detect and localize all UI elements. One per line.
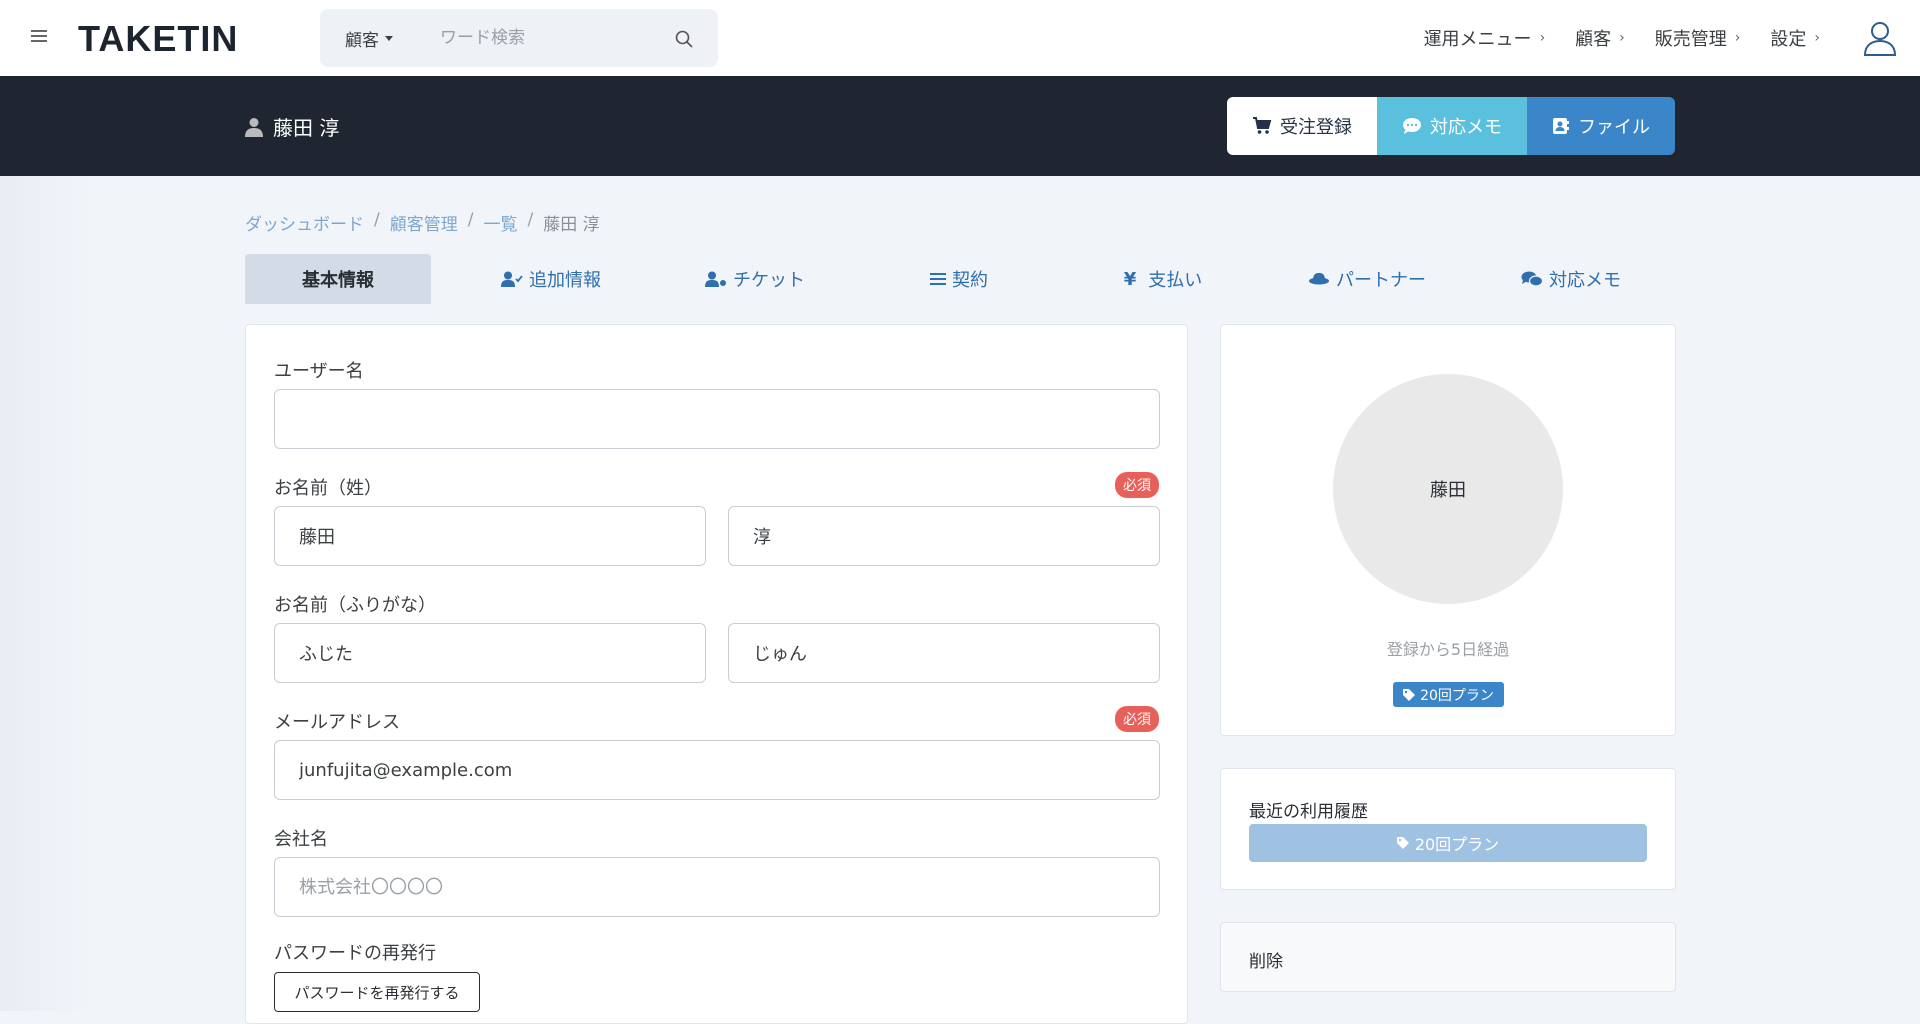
delete-label: 削除 (1249, 952, 1283, 972)
breadcrumb-dashboard[interactable]: ダッシュボード (245, 210, 364, 235)
tab-additional-info[interactable]: 追加情報 (449, 254, 653, 304)
search-icon[interactable] (674, 29, 694, 49)
person-icon (245, 117, 263, 137)
user-check-icon (501, 271, 523, 287)
chat-bubble-icon (1403, 118, 1421, 134)
search-category-select[interactable]: 顧客 (345, 26, 393, 51)
username-label: ユーザー名 (274, 361, 364, 382)
chevron-right-icon: › (1814, 30, 1820, 46)
tab-ticket-label: チケット (733, 270, 805, 291)
breadcrumb-customer-management[interactable]: 顧客管理 (390, 210, 458, 235)
nav-operations-label: 運用メニュー (1423, 29, 1532, 50)
registration-elapsed: 登録から5日経過 (1386, 640, 1510, 659)
recent-usage-item[interactable]: 20回プラン (1249, 824, 1647, 862)
plan-badge-label: 20回プラン (1420, 687, 1494, 704)
customer-name: 藤田 淳 (273, 116, 340, 140)
company-input[interactable] (274, 857, 1160, 917)
tag-icon (1403, 688, 1416, 701)
nav-operations[interactable]: 運用メニュー › (1424, 25, 1546, 51)
kana-label: お名前（ふりがな） (274, 595, 436, 616)
first-name-input[interactable] (728, 506, 1160, 566)
nav-customers-label: 顧客 (1575, 29, 1612, 50)
chevron-right-icon: › (1734, 30, 1741, 46)
list-icon (930, 273, 946, 285)
plan-badge: 20回プラン (1393, 682, 1504, 707)
user-account-icon[interactable] (1860, 18, 1900, 58)
email-label: メールアドレス (274, 712, 400, 733)
file-button[interactable]: ファイル (1527, 97, 1675, 155)
nav-settings-label: 設定 (1770, 29, 1807, 50)
tag-icon (1396, 837, 1409, 849)
avatar-text: 藤田 (1430, 480, 1466, 501)
nav-settings[interactable]: 設定 › (1770, 25, 1820, 51)
contact-card-icon (1553, 118, 1569, 134)
company-label: 会社名 (274, 829, 328, 850)
memo-button[interactable]: 対応メモ (1377, 97, 1527, 155)
tab-memo-label: 対応メモ (1549, 270, 1621, 291)
tab-payment-label: 支払い (1148, 270, 1203, 291)
main-nav: 運用メニュー › 顧客 › 販売管理 › 設定 › (1424, 0, 1900, 76)
breadcrumb: ダッシュボード / 顧客管理 / 一覧 / 藤田 淳 (245, 210, 600, 235)
search-box: 顧客 (320, 9, 718, 67)
search-category-label: 顧客 (345, 30, 379, 51)
memo-label: 対応メモ (1430, 117, 1502, 138)
tab-basic-info-label: 基本情報 (302, 270, 374, 291)
tab-memo[interactable]: 対応メモ (1469, 254, 1673, 304)
tab-additional-info-label: 追加情報 (529, 270, 601, 291)
avatar: 藤田 (1333, 374, 1563, 604)
email-field[interactable] (274, 740, 1160, 800)
tab-partner-label: パートナー (1336, 270, 1426, 291)
tab-contract[interactable]: 契約 (857, 254, 1061, 304)
tab-partner[interactable]: パートナー (1265, 254, 1469, 304)
logo-text: TAKETIN (78, 18, 239, 59)
customer-tabs: 基本情報 追加情報 チケット 契約 ¥ 支払い パートナー 対応メモ (245, 254, 1675, 304)
hat-icon (1309, 273, 1329, 285)
password-reissue-button[interactable]: パスワードを再発行する (274, 972, 480, 1012)
nav-customers[interactable]: 顧客 › (1575, 25, 1625, 51)
basic-info-form: ユーザー名 お名前（姓） 必須 お名前（ふりがな） メールアドレス 必須 会社名… (245, 324, 1188, 1024)
first-name-kana-input[interactable] (728, 623, 1160, 683)
order-register-button[interactable]: 受注登録 (1227, 97, 1377, 155)
tab-ticket[interactable]: チケット (653, 254, 857, 304)
nav-sales[interactable]: 販売管理 › (1655, 25, 1741, 51)
required-badge: 必須 (1115, 472, 1159, 498)
chevron-right-icon: › (1619, 30, 1625, 46)
top-navbar: TAKETIN 顧客 運用メニュー › 顧客 › 販売管理 › 設定 › (0, 0, 1920, 76)
cart-icon (1253, 117, 1272, 134)
search-input[interactable] (440, 9, 660, 67)
hamburger-menu-icon[interactable] (31, 30, 47, 44)
recent-usage-card: 最近の利用履歴 20回プラン (1220, 768, 1676, 890)
breadcrumb-list[interactable]: 一覧 (483, 210, 517, 235)
password-reissue-label: パスワードの再発行 (274, 943, 436, 964)
username-input[interactable] (274, 389, 1160, 449)
profile-card: 藤田 登録から5日経過 20回プラン (1220, 324, 1676, 736)
logo[interactable]: TAKETIN (78, 18, 238, 60)
file-label: ファイル (1578, 117, 1650, 138)
tab-payment[interactable]: ¥ 支払い (1061, 254, 1265, 304)
recent-usage-item-label: 20回プラン (1414, 835, 1500, 854)
tab-contract-label: 契約 (952, 270, 988, 291)
delete-card[interactable]: 削除 (1220, 922, 1676, 992)
customer-header: 藤田 淳 受注登録 対応メモ ファイル (0, 76, 1920, 176)
yen-icon: ¥ (1123, 268, 1137, 290)
breadcrumb-separator: / (467, 210, 474, 230)
last-name-kana-input[interactable] (274, 623, 706, 683)
name-label: お名前（姓） (274, 478, 382, 499)
breadcrumb-current: 藤田 淳 (543, 215, 600, 235)
required-badge: 必須 (1115, 706, 1159, 732)
header-action-buttons: 受注登録 対応メモ ファイル (1227, 97, 1675, 155)
customer-title: 藤田 淳 (245, 112, 339, 141)
caret-down-icon (385, 35, 393, 41)
left-edge-shadow (0, 176, 90, 1011)
tab-basic-info[interactable]: 基本情報 (245, 254, 431, 304)
chevron-right-icon: › (1539, 30, 1546, 46)
user-cog-icon (705, 271, 726, 287)
order-register-label: 受注登録 (1280, 117, 1352, 138)
breadcrumb-separator: / (374, 210, 380, 230)
last-name-input[interactable] (274, 506, 706, 566)
recent-usage-title: 最近の利用履歴 (1249, 802, 1368, 822)
nav-sales-label: 販売管理 (1654, 29, 1727, 50)
breadcrumb-separator: / (527, 210, 534, 230)
comments-icon (1521, 271, 1543, 287)
